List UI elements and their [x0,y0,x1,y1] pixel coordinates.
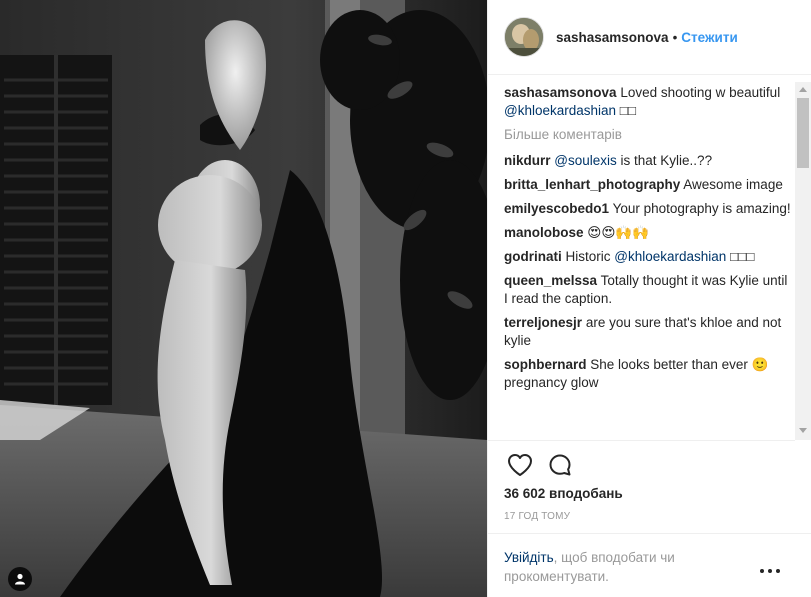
comment-author[interactable]: queen_melssa [504,273,597,288]
scroll-down-arrow-icon[interactable] [799,428,807,433]
scrollbar-thumb[interactable] [797,98,809,168]
comment-text: Your photography is amazing! [612,201,791,216]
post-side-panel: sashasamsonova • Стежити sashasamsonova … [487,0,811,597]
comment-text: is that Kylie..?? [620,153,713,168]
post-timestamp[interactable]: 17 ГОД ТОМУ [504,511,570,522]
comment-author[interactable]: nikdurr [504,153,551,168]
likes-count[interactable]: 36 602 вподобань [504,486,623,501]
caption: sashasamsonova Loved shooting w beautifu… [504,84,792,120]
avatar[interactable] [504,17,544,57]
heart-icon [508,453,532,476]
list-item: godrinati Historic @khloekardashian □□□ [504,248,792,266]
list-item: emilyescobedo1 Your photography is amazi… [504,200,792,218]
post-photo[interactable] [0,0,487,597]
post-actions [488,440,795,488]
comment-author[interactable]: manolobose [504,225,584,240]
list-item: nikdurr @soulexis is that Kylie..?? [504,152,792,170]
list-item: terreljonesjr are you sure that's khloe … [504,314,792,350]
caption-author[interactable]: sashasamsonova [504,85,617,100]
comment-author[interactable]: britta_lenhart_photography [504,177,680,192]
comment-author[interactable]: emilyescobedo1 [504,201,609,216]
comment-mention[interactable]: @khloekardashian [614,249,726,264]
comment-author[interactable]: godrinati [504,249,562,264]
comment-button[interactable] [540,445,580,485]
like-button[interactable] [500,445,540,485]
comment-text: 😍😍🙌🙌 [587,225,650,240]
follow-button[interactable]: Стежити [681,30,737,45]
comment-bubble-icon [549,454,571,475]
comment-text: Historic [565,249,611,264]
post-header: sashasamsonova • Стежити [488,0,811,75]
comments-scrollbar[interactable] [795,82,811,440]
login-link[interactable]: Увійдіть [504,550,554,565]
caption-emoji: □□ [619,103,637,118]
caption-text: Loved shooting w beautiful [620,85,781,100]
comment-emoji: □□□ [730,249,755,264]
load-more-comments-button[interactable]: Більше коментарів [504,126,792,144]
list-item: queen_melssa Totally thought it was Kyli… [504,272,792,308]
list-item: sophbernard She looks better than ever 🙂… [504,356,792,392]
post-view: sashasamsonova • Стежити sashasamsonova … [0,0,811,597]
comment-author[interactable]: terreljonesjr [504,315,582,330]
comment-mention[interactable]: @soulexis [554,153,616,168]
scroll-up-arrow-icon[interactable] [799,87,807,92]
tagged-user-icon[interactable] [8,567,32,591]
comment-text: Awesome image [683,177,783,192]
photo-image [0,0,487,597]
comments-list: sashasamsonova Loved shooting w beautifu… [504,84,792,440]
list-item: britta_lenhart_photography Awesome image [504,176,792,194]
caption-mention[interactable]: @khloekardashian [504,103,616,118]
list-item: manolobose 😍😍🙌🙌 [504,224,792,242]
more-options-icon[interactable] [760,565,780,577]
post-username[interactable]: sashasamsonova [556,30,669,45]
comment-author[interactable]: sophbernard [504,357,587,372]
separator-dot: • [672,29,678,45]
